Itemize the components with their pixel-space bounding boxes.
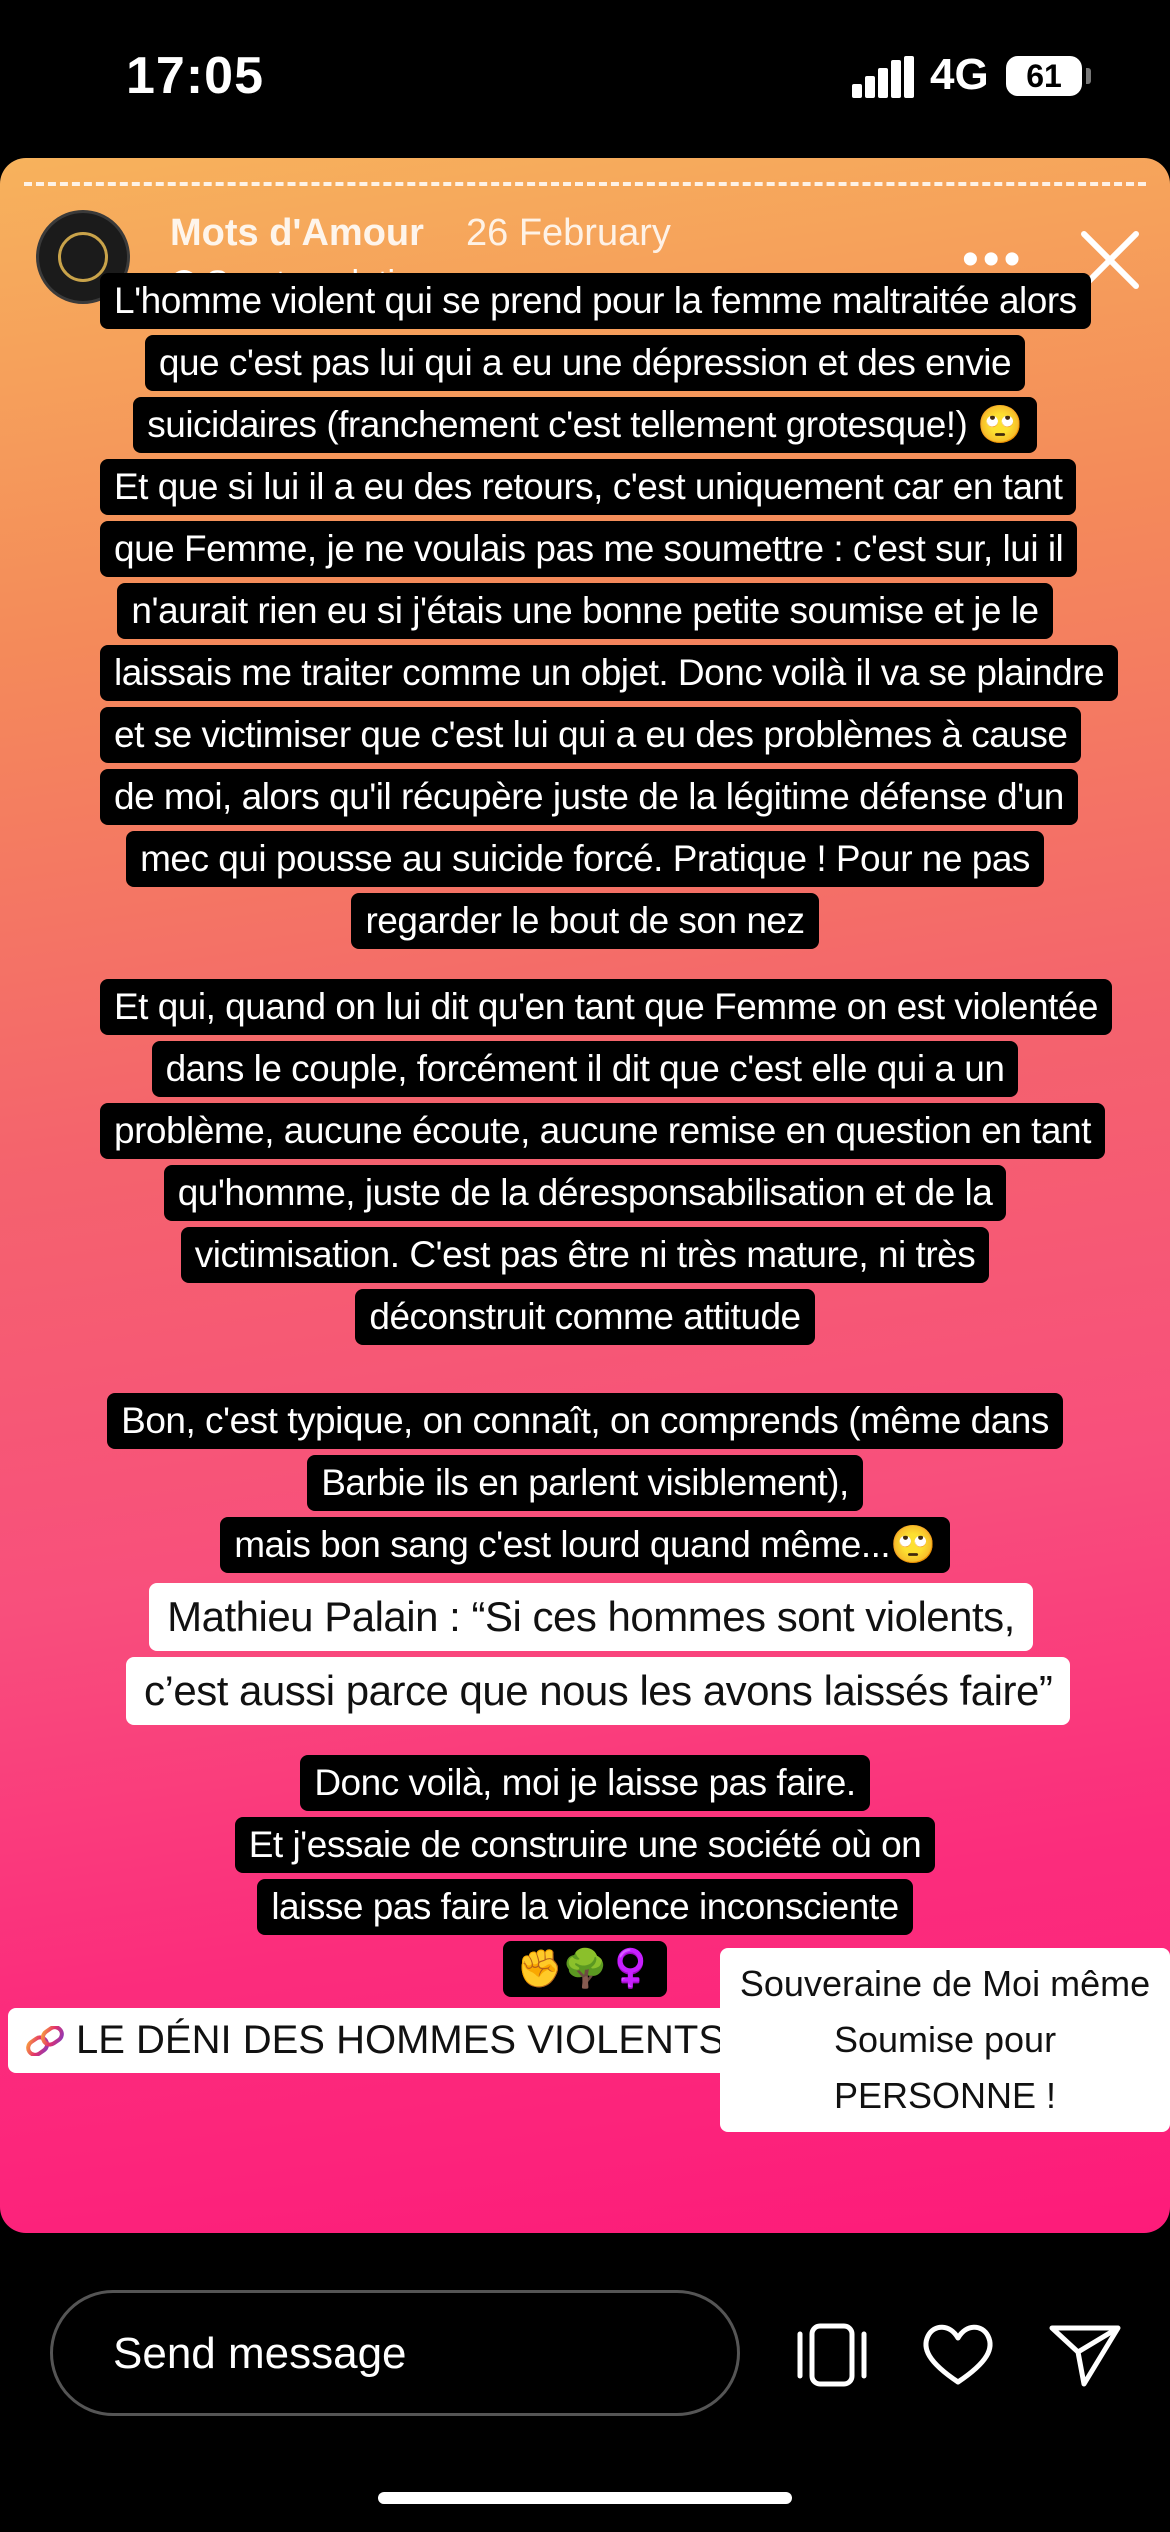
story-text-paragraph-2: Et qui, quand on lui dit qu'en tant que … xyxy=(100,976,1112,1348)
story-card[interactable]: Mots d'Amour 26 February See translation… xyxy=(0,158,1170,2233)
link-sticker-label: LE DÉNI DES HOMMES VIOLENTS xyxy=(76,2018,726,2062)
text-line: de moi, alors qu'il récupère juste de la… xyxy=(100,769,1078,825)
text-line: dans le couple, forcément il dit que c'e… xyxy=(151,1041,1019,1097)
battery-icon: 61 xyxy=(1006,56,1082,96)
text-line: L'homme violent qui se prend pour la fem… xyxy=(100,273,1091,329)
text-line: problème, aucune écoute, aucune remise e… xyxy=(100,1103,1105,1159)
text-line: déconstruit comme attitude xyxy=(355,1289,815,1345)
story-text-paragraph-3: Bon, c'est typique, on connaît, on compr… xyxy=(100,1390,1070,1576)
story-date: 26 February xyxy=(466,212,671,254)
battery-tip xyxy=(1086,68,1091,84)
heart-icon[interactable] xyxy=(918,2320,998,2390)
text-line: laisse pas faire la violence inconscient… xyxy=(257,1879,913,1935)
text-line: victimisation. C'est pas être ni très ma… xyxy=(180,1227,990,1283)
text-line: Barbie ils en parlent visiblement), xyxy=(307,1455,863,1511)
quote-line: c’est aussi parce que nous les avons lai… xyxy=(126,1657,1071,1725)
send-message-placeholder: Send message xyxy=(113,2329,407,2378)
text-line: laissais me traiter comme un objet. Donc… xyxy=(100,645,1119,701)
status-time: 17:05 xyxy=(126,47,264,105)
quote-line: Mathieu Palain : “Si ces hommes sont vio… xyxy=(149,1583,1033,1651)
text-sticker: Souveraine de Moi même Soumise pour PERS… xyxy=(720,1948,1170,2132)
text-line: suicidaires (franchement c'est tellement… xyxy=(133,397,1037,453)
text-line: mec qui pousse au suicide forcé. Pratiqu… xyxy=(126,831,1044,887)
network-type: 4G xyxy=(930,50,989,99)
story-text-paragraph-1: L'homme violent qui se prend pour la fem… xyxy=(100,270,1119,952)
more-icon[interactable]: ••• xyxy=(962,236,1024,284)
text-line: regarder le bout de son nez xyxy=(351,893,819,949)
send-message-input[interactable]: Send message xyxy=(50,2290,740,2416)
text-line: Et j'essaie de construire une société où… xyxy=(234,1817,936,1873)
text-line: que Femme, je ne voulais pas me soumettr… xyxy=(100,521,1078,577)
text-line: Donc voilà, moi je laisse pas faire. xyxy=(300,1755,870,1811)
send-icon[interactable] xyxy=(1044,2320,1124,2390)
sticker-line: Soumise pour PERSONNE ! xyxy=(833,2019,1057,2116)
text-line: Bon, c'est typique, on connaît, on compr… xyxy=(107,1393,1063,1449)
story-progress-bar xyxy=(24,182,1146,186)
story-username[interactable]: Mots d'Amour xyxy=(170,212,424,255)
text-line: Et que si lui il a eu des retours, c'est… xyxy=(100,459,1077,515)
text-line: n'aurait rien eu si j'étais une bonne pe… xyxy=(117,583,1053,639)
status-bar: 17:05 4G 61 xyxy=(0,0,1170,150)
text-line: et se victimiser que c'est lui qui a eu … xyxy=(100,707,1082,763)
link-sticker[interactable]: LE DÉNI DES HOMMES VIOLENTS xyxy=(8,2008,742,2073)
text-line: mais bon sang c'est lourd quand même...🙄 xyxy=(220,1517,950,1573)
text-line: Et qui, quand on lui dit qu'en tant que … xyxy=(100,979,1112,1035)
text-line: qu'homme, juste de la déresponsabilisati… xyxy=(163,1165,1007,1221)
signal-icon xyxy=(852,56,914,98)
emoji-line: ✊🌳♀️ xyxy=(502,1941,668,1997)
text-line: que c'est pas lui qui a eu une dépressio… xyxy=(144,335,1026,391)
gallery-icon[interactable] xyxy=(792,2320,872,2390)
quote-sticker: Mathieu Palain : “Si ces hommes sont vio… xyxy=(126,1580,1071,1728)
home-indicator[interactable] xyxy=(378,2492,792,2504)
sticker-line: Souveraine de Moi même xyxy=(739,1963,1151,2004)
link-icon xyxy=(26,2025,64,2056)
